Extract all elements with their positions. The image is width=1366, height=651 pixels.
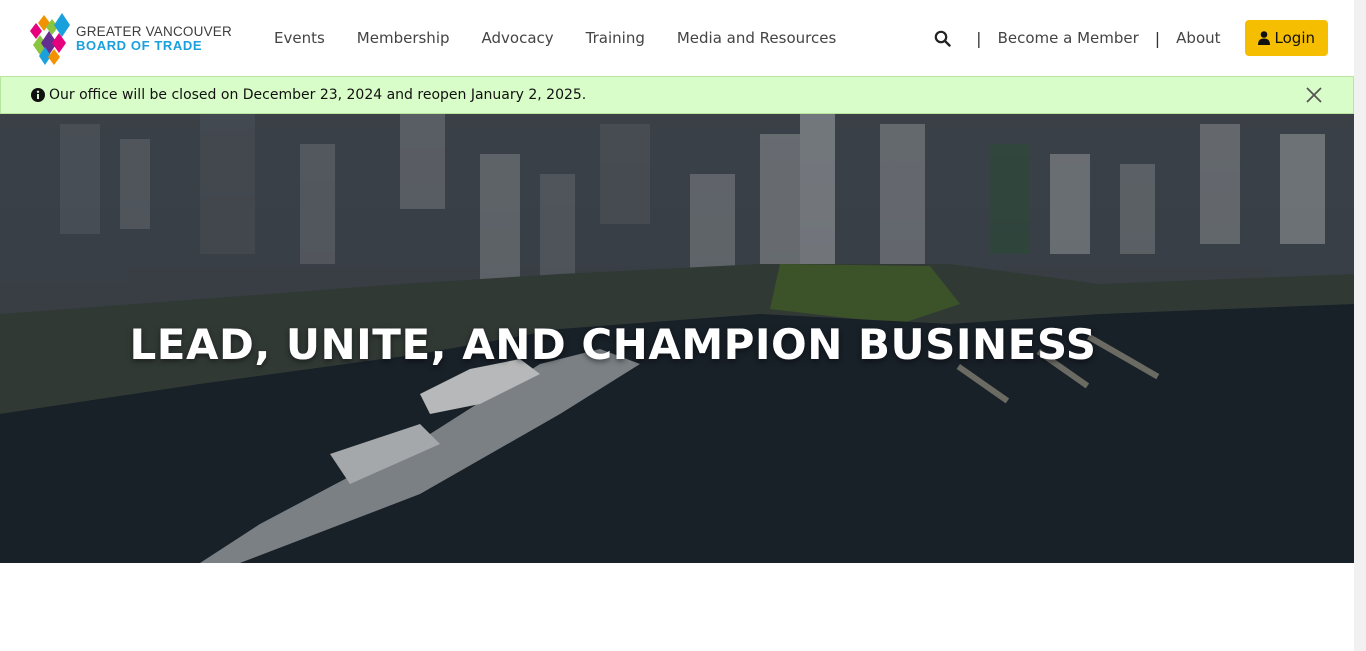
info-icon <box>31 88 45 102</box>
logo[interactable]: GREATER VANCOUVER BOARD OF TRADE <box>30 13 232 65</box>
nav-item-advocacy[interactable]: Advocacy <box>466 29 570 47</box>
login-button[interactable]: Login <box>1244 20 1328 56</box>
logo-text: GREATER VANCOUVER BOARD OF TRADE <box>76 25 232 53</box>
alert-banner: Our office will be closed on December 23… <box>0 76 1354 114</box>
nav-item-media-and-resources[interactable]: Media and Resources <box>661 29 852 47</box>
about-link[interactable]: About <box>1168 29 1228 47</box>
utility-nav: | Become a Member | About Login <box>932 0 1328 76</box>
separator: | <box>976 28 982 48</box>
nav-item-events[interactable]: Events <box>258 29 341 47</box>
hero-title: LEAD, UNITE, AND CHAMPION BUSINESS <box>129 320 1097 369</box>
nav-item-membership[interactable]: Membership <box>341 29 466 47</box>
close-icon[interactable] <box>1305 86 1323 104</box>
site-header: GREATER VANCOUVER BOARD OF TRADE Events … <box>0 0 1354 76</box>
main-nav: Events Membership Advocacy Training Medi… <box>258 0 852 76</box>
logo-line-2: BOARD OF TRADE <box>76 38 203 53</box>
separator: | <box>1154 28 1161 48</box>
search-button[interactable] <box>932 28 952 48</box>
login-label: Login <box>1274 29 1315 47</box>
nav-item-training[interactable]: Training <box>570 29 661 47</box>
user-icon <box>1257 31 1270 45</box>
scrollbar[interactable] <box>1354 0 1366 651</box>
logo-line-1: GREATER VANCOUVER <box>76 24 232 39</box>
become-member-link[interactable]: Become a Member <box>990 29 1147 47</box>
search-icon <box>934 30 951 47</box>
alert-message: Our office will be closed on December 23… <box>49 87 587 103</box>
logo-mark-icon <box>30 13 70 65</box>
hero-banner: LEAD, UNITE, AND CHAMPION BUSINESS <box>0 114 1354 563</box>
